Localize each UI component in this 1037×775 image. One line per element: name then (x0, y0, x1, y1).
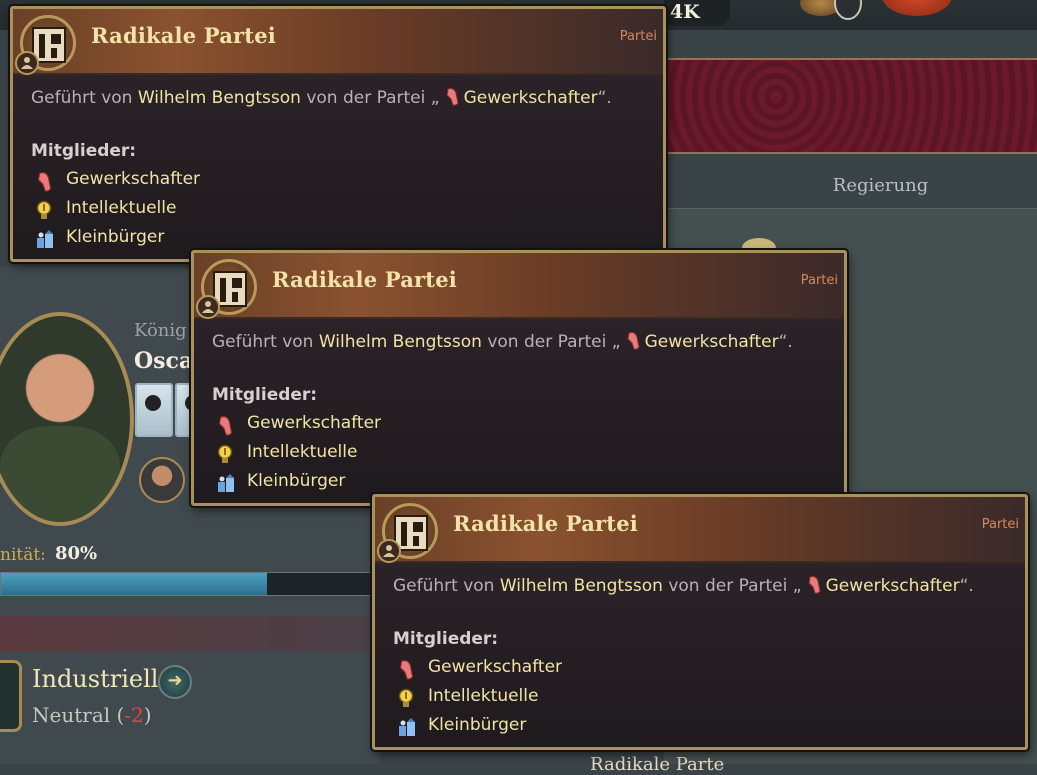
rose-icon (145, 395, 161, 411)
lightbulb-icon (216, 444, 234, 470)
party-tooltip: Radikale Partei Partei Geführt von Wilhe… (191, 250, 847, 506)
leader-group[interactable]: Gewerkschafter (645, 332, 779, 352)
led-mid: von der Partei „ (306, 88, 440, 108)
tooltip-title: Radikale Partei (91, 23, 276, 48)
heir-portrait[interactable] (139, 457, 185, 503)
led-suffix: “. (778, 332, 793, 352)
tooltip-header: Radikale Partei Partei (13, 9, 663, 75)
alert-icon[interactable] (834, 0, 862, 20)
legitimacy-label: nität: (0, 545, 46, 565)
tooltip-category: Partei (981, 517, 1019, 532)
member-name: Gewerkschafter (247, 413, 382, 433)
petite-bourgeoisie-icon (35, 229, 55, 253)
tooltip-category: Partei (619, 29, 657, 44)
interest-group-status: Neutral (-2) (32, 703, 152, 727)
emblem-icon[interactable] (882, 0, 952, 16)
party-leader-line: Geführt von Wilhelm Bengtsson von der Pa… (31, 87, 612, 112)
tooltip-category: Partei (800, 273, 838, 288)
led-mid: von der Partei „ (668, 576, 802, 596)
member-item[interactable]: Intellektuelle (216, 442, 516, 468)
member-name: Gewerkschafter (66, 169, 201, 189)
party-tooltip: Radikale Partei Partei Geführt von Wilhe… (10, 6, 666, 262)
tab-regierung[interactable]: Regierung (664, 164, 1037, 209)
tooltip-title: Radikale Partei (453, 511, 638, 536)
led-suffix: “. (959, 576, 974, 596)
member-name: Kleinbürger (66, 227, 165, 247)
member-item[interactable]: Intellektuelle (397, 686, 697, 712)
interest-group-name[interactable]: Industrielle (32, 665, 173, 693)
members-label: Mitglieder: (393, 629, 499, 649)
arrow-right-icon[interactable]: ➜ (158, 665, 192, 699)
person-icon (377, 539, 401, 563)
led-mid: von der Partei „ (487, 332, 621, 352)
led-prefix: Geführt von (393, 576, 495, 596)
top-icons (800, 0, 960, 22)
tooltip-header: Radikale Partei Partei (375, 497, 1025, 563)
party-leader-line: Geführt von Wilhelm Bengtsson von der Pa… (393, 575, 974, 600)
trade-unions-icon (806, 575, 822, 600)
petite-bourgeoisie-icon (397, 717, 417, 741)
tab-label: Regierung (832, 175, 929, 196)
member-name: Kleinbürger (247, 471, 346, 491)
lightbulb-icon (35, 200, 53, 226)
leader-name[interactable]: Wilhelm Bengtsson (500, 576, 663, 596)
members-label: Mitglieder: (31, 141, 137, 161)
top-counter: 4K (664, 0, 730, 26)
member-name: Gewerkschafter (428, 657, 563, 677)
leader-group[interactable]: Gewerkschafter (464, 88, 598, 108)
lightbulb-icon (397, 688, 415, 714)
legitimacy-bar (0, 572, 372, 596)
member-name: Intellektuelle (66, 198, 177, 218)
member-item[interactable]: Gewerkschafter (35, 169, 335, 195)
led-prefix: Geführt von (212, 332, 314, 352)
banner-decoration (664, 58, 1037, 154)
ruler-title: König (134, 320, 187, 341)
party-leader-line: Geführt von Wilhelm Bengtsson von der Pa… (212, 331, 793, 356)
trade-unions-icon (625, 331, 641, 356)
legitimacy-bar-fill (1, 573, 268, 595)
member-name: Intellektuelle (247, 442, 358, 462)
trade-unions-icon (444, 87, 460, 112)
leader-name[interactable]: Wilhelm Bengtsson (319, 332, 482, 352)
member-name: Kleinbürger (428, 715, 527, 735)
members-label: Mitglieder: (212, 385, 318, 405)
uniform (0, 426, 120, 522)
trade-unions-icon (397, 659, 415, 685)
petite-bourgeoisie-icon (216, 473, 236, 497)
interest-group-icon[interactable] (0, 660, 22, 732)
section-divider (0, 616, 380, 652)
trade-unions-icon (216, 415, 234, 441)
leader-name[interactable]: Wilhelm Bengtsson (138, 88, 301, 108)
led-suffix: “. (597, 88, 612, 108)
person-icon (196, 295, 220, 319)
status-close: ) (143, 703, 152, 727)
member-item[interactable]: Intellektuelle (35, 198, 335, 224)
member-item[interactable]: Gewerkschafter (216, 413, 516, 439)
person-icon (15, 51, 39, 75)
status-value: -2 (124, 703, 144, 727)
legitimacy-value: 80% (55, 543, 98, 564)
status-label: Neutral ( (32, 703, 125, 727)
trade-unions-icon (35, 171, 53, 197)
led-prefix: Geführt von (31, 88, 133, 108)
tooltip-title: Radikale Partei (272, 267, 457, 292)
member-name: Intellektuelle (428, 686, 539, 706)
member-item[interactable]: Gewerkschafter (397, 657, 697, 683)
tooltip-header: Radikale Partei Partei (194, 253, 844, 319)
member-item[interactable]: Kleinbürger (397, 715, 697, 741)
partial-party-title: Radikale Parte (590, 754, 725, 775)
leader-group[interactable]: Gewerkschafter (826, 576, 960, 596)
trait-card[interactable] (135, 383, 173, 437)
party-tooltip: Radikale Partei Partei Geführt von Wilhe… (372, 494, 1028, 750)
